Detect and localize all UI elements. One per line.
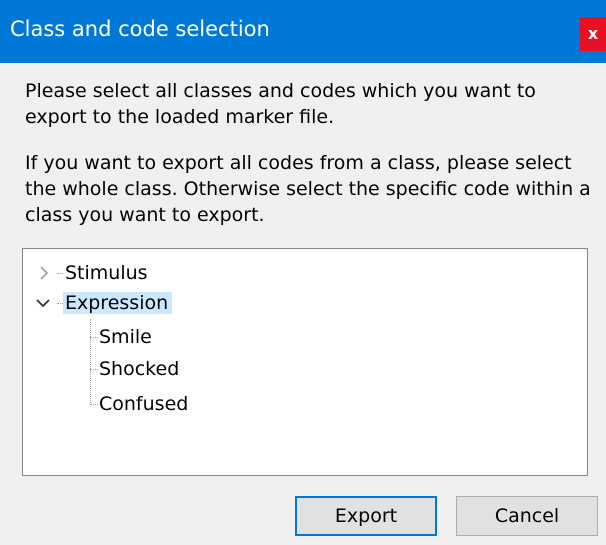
tree-node-confused[interactable]: Confused: [97, 389, 192, 419]
tree-connector: [90, 319, 91, 405]
tree-node-expression[interactable]: Expression: [63, 288, 173, 318]
instruction-paragraph-1: Please select all classes and codes whic…: [25, 80, 536, 128]
close-button[interactable]: x: [580, 17, 606, 51]
tree-node-label: Expression: [63, 292, 173, 314]
title-bar[interactable]: Class and code selection x: [0, 0, 606, 63]
tree-node-smile[interactable]: Smile: [97, 322, 156, 352]
tree-node-label: Stimulus: [65, 262, 148, 284]
class-code-tree[interactable]: Stimulus Expression Smile Shocked Confus…: [22, 248, 588, 476]
close-icon: x: [587, 24, 599, 43]
instruction-paragraph-2: If you want to export all codes from a c…: [25, 152, 591, 226]
chevron-right-icon[interactable]: [36, 265, 52, 281]
dialog-window: Class and code selection x Please select…: [0, 0, 606, 545]
export-button[interactable]: Export: [295, 496, 437, 536]
window-title: Class and code selection: [10, 17, 270, 41]
cancel-button[interactable]: Cancel: [456, 496, 598, 536]
tree-node-shocked[interactable]: Shocked: [97, 354, 183, 384]
tree-node-label: Shocked: [99, 358, 180, 380]
tree-node-stimulus[interactable]: Stimulus: [63, 258, 152, 288]
tree-node-label: Smile: [99, 326, 152, 348]
chevron-down-icon[interactable]: [35, 295, 51, 311]
tree-node-label: Confused: [99, 393, 189, 415]
